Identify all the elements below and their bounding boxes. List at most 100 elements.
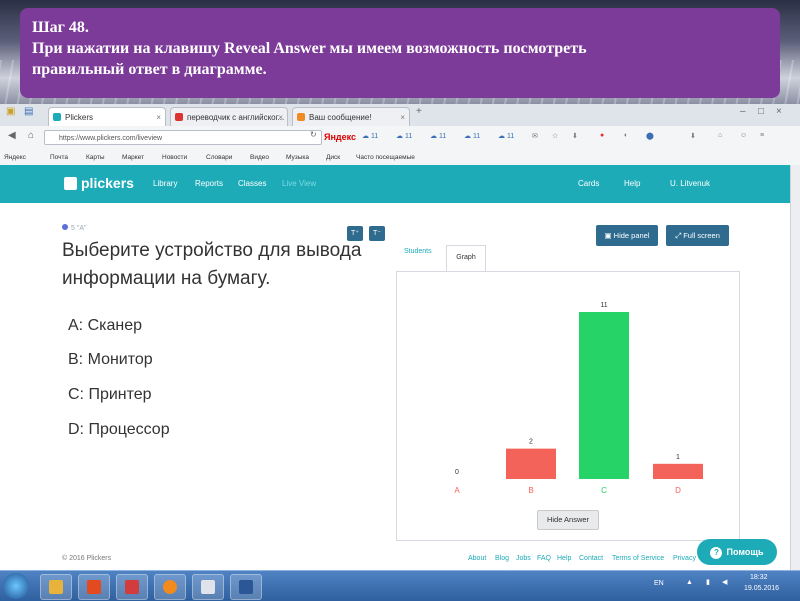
bookmark-item[interactable]: Диск: [326, 150, 340, 165]
answer-option-a: A: Сканер: [68, 317, 142, 334]
weather-widget[interactable]: ☁ 11: [430, 132, 446, 140]
language-indicator[interactable]: EN: [654, 580, 664, 587]
ext-icon[interactable]: ⬤: [646, 132, 654, 140]
menu-icon[interactable]: ≡: [760, 132, 764, 139]
help-button[interactable]: ? Помощь: [697, 539, 777, 565]
nav-user[interactable]: U. Litvenuk: [670, 179, 710, 188]
windows-taskbar: EN ▲ ▮ ◀ 18:32 19.05.2016: [0, 570, 800, 601]
category-label: D: [675, 486, 681, 495]
speed-dial-icon[interactable]: ▤: [24, 106, 33, 117]
taskbar-app[interactable]: [40, 574, 72, 600]
browser-tab-bar: ▣ ▤ Plickers × переводчик с английског..…: [0, 104, 800, 127]
hide-answer-button[interactable]: Hide Answer: [537, 510, 599, 530]
home-icon[interactable]: ⌂: [718, 132, 722, 139]
slide-title: Шаг 48.: [32, 19, 89, 36]
minimize-icon[interactable]: –: [740, 106, 746, 117]
yandex-tab-icon: [175, 113, 183, 121]
favorites-icon[interactable]: ▣: [6, 106, 15, 117]
font-decrease-button[interactable]: T⁻: [369, 226, 385, 241]
footer-link-about[interactable]: About: [468, 555, 486, 562]
weather-value: 11: [404, 133, 413, 140]
bookmark-item[interactable]: Часто посещаемые: [356, 150, 415, 165]
reload-icon[interactable]: ↻: [310, 130, 317, 139]
logo-text: plickers: [81, 175, 134, 191]
nav-live-view[interactable]: Live View: [282, 179, 316, 188]
bar-value-label: 11: [600, 302, 607, 309]
search-engine-label[interactable]: Яндекс: [324, 130, 356, 145]
weather-widget[interactable]: ☁ 11: [396, 132, 412, 140]
weather-widget[interactable]: ☁ 11: [464, 132, 480, 140]
tab-message[interactable]: Ваш сообщение! ×: [292, 107, 410, 126]
adblock-icon[interactable]: ●: [600, 132, 604, 139]
bookmark-item[interactable]: Яндекс: [4, 150, 26, 165]
start-button[interactable]: [3, 573, 29, 599]
nav-cards[interactable]: Cards: [578, 179, 599, 188]
category-label: C: [601, 486, 607, 495]
nav-classes[interactable]: Classes: [238, 179, 266, 188]
tab-students[interactable]: Students: [404, 248, 432, 255]
bookmark-item[interactable]: Маркет: [122, 150, 144, 165]
ext-icon[interactable]: ☆: [552, 132, 558, 140]
slide-line-1: При нажатии на клавишу Reveal Answer мы …: [32, 40, 587, 57]
font-increase-button[interactable]: T⁺: [347, 226, 363, 241]
weather-widget[interactable]: ☁ 11: [362, 132, 378, 140]
taskbar-app[interactable]: [116, 574, 148, 600]
hide-panel-button[interactable]: ▣ Hide panel: [596, 225, 658, 246]
tab-graph[interactable]: Graph: [446, 245, 486, 272]
taskbar-app[interactable]: [154, 574, 186, 600]
bookmark-item[interactable]: Словари: [206, 150, 232, 165]
weather-value: 11: [472, 133, 481, 140]
nav-reports[interactable]: Reports: [195, 179, 223, 188]
tab-translator[interactable]: переводчик с английског... ×: [170, 107, 288, 126]
close-tab-icon[interactable]: ×: [400, 108, 405, 126]
footer-link-privacy[interactable]: Privacy: [673, 555, 696, 562]
plickers-logo[interactable]: plickers: [64, 175, 134, 191]
close-tab-icon[interactable]: ×: [156, 108, 161, 126]
full-screen-button[interactable]: ⤢ Full screen: [666, 225, 729, 246]
weather-widget[interactable]: ☁ 11: [498, 132, 514, 140]
back-icon[interactable]: ◀: [8, 130, 16, 141]
question-tag-text: 5 "A": [71, 225, 87, 232]
help-question-icon: ?: [710, 547, 723, 559]
tab-plickers[interactable]: Plickers ×: [48, 107, 166, 126]
question-text: Выберите устройство для вывода информаци…: [62, 240, 362, 289]
page-scrollbar[interactable]: [790, 165, 800, 570]
clock-time[interactable]: 18:32: [750, 574, 768, 581]
volume-icon[interactable]: ◀: [722, 578, 727, 586]
nav-library[interactable]: Library: [153, 179, 177, 188]
maximize-icon[interactable]: □: [758, 106, 764, 117]
ext-icon[interactable]: ✉: [532, 132, 538, 140]
footer-link-help[interactable]: Help: [557, 555, 571, 562]
copyright: © 2016 Plickers: [62, 555, 112, 562]
taskbar-app[interactable]: [230, 574, 262, 600]
taskbar-app[interactable]: [192, 574, 224, 600]
close-window-icon[interactable]: ×: [776, 106, 782, 117]
footer-link-blog[interactable]: Blog: [495, 555, 509, 562]
footer-link-contact[interactable]: Contact: [579, 555, 603, 562]
bookmark-item[interactable]: Видео: [250, 150, 269, 165]
footer-link-faq[interactable]: FAQ: [537, 555, 551, 562]
ext-icon[interactable]: ◐: [624, 132, 628, 139]
bar-D: [653, 463, 703, 479]
tray-up-icon[interactable]: ▲: [686, 579, 693, 586]
close-tab-icon[interactable]: ×: [278, 108, 283, 126]
url-text: https://www.plickers.com/liveview: [59, 135, 163, 142]
clock-date[interactable]: 19.05.2016: [744, 585, 779, 592]
bookmark-item[interactable]: Карты: [86, 150, 105, 165]
taskbar-app[interactable]: [78, 574, 110, 600]
nav-help[interactable]: Help: [624, 179, 640, 188]
home-icon[interactable]: ⌂: [28, 130, 34, 141]
network-icon[interactable]: ▮: [706, 578, 710, 586]
download-icon[interactable]: ⬇: [690, 132, 696, 140]
bookmark-item[interactable]: Музыка: [286, 150, 309, 165]
footer-link-terms[interactable]: Terms of Service: [612, 555, 664, 562]
bookmark-item[interactable]: Новости: [162, 150, 187, 165]
ext-icon[interactable]: ⬇: [572, 132, 578, 140]
bookmark-item[interactable]: Почта: [50, 150, 68, 165]
new-tab-icon[interactable]: +: [416, 106, 422, 117]
live-view-content: 5 "A" Выберите устройство для вывода инф…: [0, 203, 790, 570]
slide-line-2: правильный ответ в диаграмме.: [32, 61, 267, 78]
footer-link-jobs[interactable]: Jobs: [516, 555, 531, 562]
url-field[interactable]: https://www.plickers.com/liveview: [44, 130, 322, 145]
ext-icon[interactable]: ☺: [740, 132, 747, 139]
